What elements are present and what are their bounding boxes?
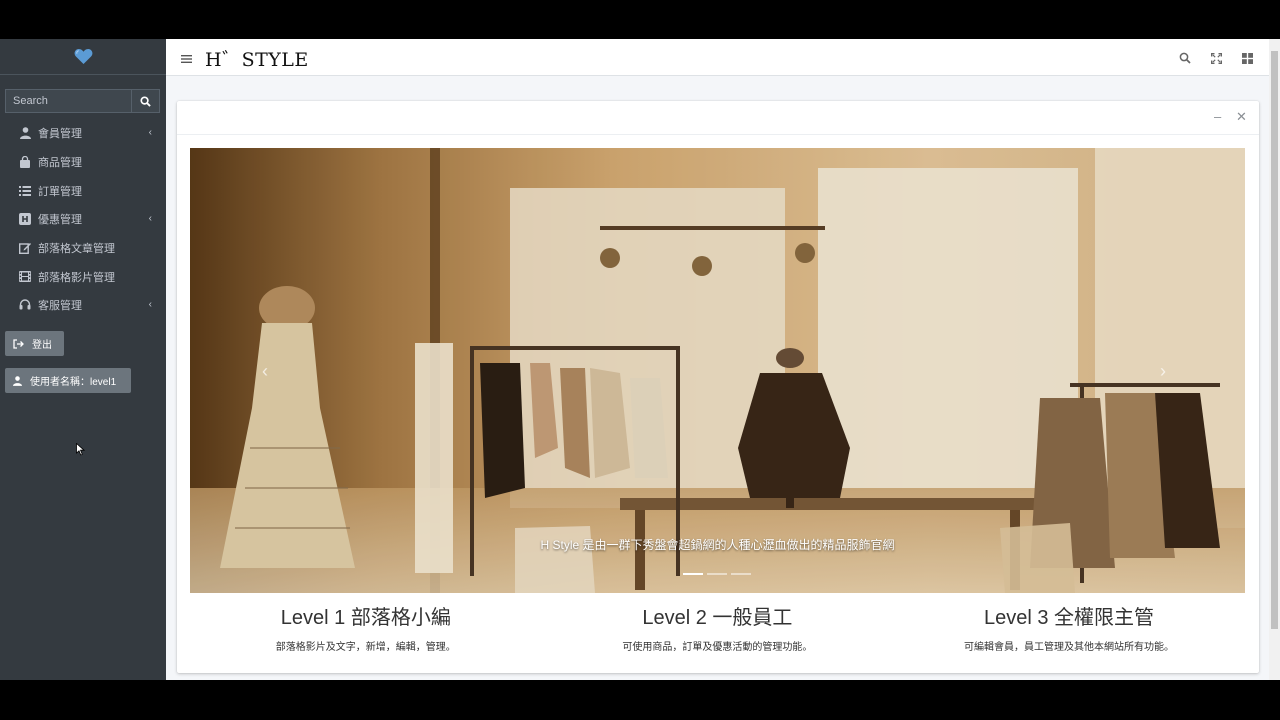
- card-header: – ✕: [177, 101, 1259, 135]
- sidebar: 會員管理 ‹ 商品管理 訂單管理 優惠管理 ‹: [0, 39, 166, 680]
- carousel-slide-image: [190, 148, 1245, 593]
- sign-out-icon: [13, 338, 24, 349]
- level-description: 可使用商品，訂單及優惠活動的管理功能。: [622, 642, 813, 653]
- minimize-icon[interactable]: –: [1214, 109, 1221, 124]
- level-title: Level 3 全權限主管: [983, 607, 1155, 629]
- current-user-button[interactable]: 使用者名稱：level1: [5, 368, 131, 393]
- level-block-3: Level 3 全權限主管 可編輯會員，員工管理及其他本網站所有功能。: [893, 601, 1245, 653]
- sidebar-item-label: 會員管理: [38, 128, 82, 141]
- app-screen: 會員管理 ‹ 商品管理 訂單管理 優惠管理 ‹: [0, 39, 1280, 680]
- level-block-1: Level 1 部落格小編 部落格影片及文字，新增，編輯，管理。: [190, 601, 542, 653]
- sidebar-item-coupons[interactable]: 優惠管理 ‹: [0, 205, 166, 234]
- sidebar-item-label: 訂單管理: [38, 185, 82, 198]
- content-card: – ✕ ‹ › H Style 是由一群下秀盤會超鍋網的人種心瀝血做出的精品服飾…: [177, 101, 1259, 673]
- hamburger-icon: [181, 55, 192, 63]
- sidebar-item-blog-articles[interactable]: 部落格文章管理: [0, 234, 166, 263]
- image-carousel: ‹ › H Style 是由一群下秀盤會超鍋網的人種心瀝血做出的精品服飾官網: [190, 148, 1245, 593]
- sidebar-item-products[interactable]: 商品管理: [0, 148, 166, 177]
- sidebar-toggle-button[interactable]: [181, 51, 192, 69]
- scrollbar-thumb[interactable]: [1271, 51, 1278, 629]
- chevron-left-icon: ‹: [148, 299, 152, 311]
- level-description: 部落格影片及文字，新增，編輯，管理。: [275, 642, 456, 653]
- carousel-prev-button[interactable]: ‹: [262, 361, 268, 382]
- search-input[interactable]: [5, 89, 131, 113]
- control-sidebar-button[interactable]: [1242, 51, 1253, 69]
- sidebar-item-blog-videos[interactable]: 部落格影片管理: [0, 262, 166, 291]
- headset-icon: [18, 299, 32, 311]
- carousel-indicator[interactable]: [707, 573, 727, 575]
- fullscreen-icon: [1211, 53, 1222, 64]
- carousel-indicator[interactable]: [683, 573, 703, 575]
- logout-button[interactable]: 登出: [5, 331, 64, 356]
- sidebar-nav: 會員管理 ‹ 商品管理 訂單管理 優惠管理 ‹ 部落格文章管理 部落格影片管理 …: [0, 119, 166, 320]
- user-label: 使用者名稱：level1: [30, 377, 117, 388]
- level-title: Level 2 一般員工: [642, 607, 793, 629]
- sidebar-search: [5, 89, 160, 113]
- sidebar-item-label: 優惠管理: [38, 214, 82, 227]
- h-square-icon: [18, 213, 32, 226]
- site-logo[interactable]: H゛STYLE: [205, 45, 309, 72]
- carousel-next-button[interactable]: ›: [1160, 361, 1166, 382]
- user-icon: [13, 375, 22, 386]
- search-icon: [1179, 52, 1191, 64]
- chevron-left-icon: ‹: [148, 127, 152, 138]
- sidebar-item-members[interactable]: 會員管理 ‹: [0, 119, 166, 148]
- fullscreen-button[interactable]: [1211, 51, 1222, 69]
- user-icon: [18, 127, 32, 140]
- carousel-indicator[interactable]: [731, 573, 751, 575]
- edit-icon: [18, 242, 32, 255]
- level-block-2: Level 2 一般員工 可使用商品，訂單及優惠活動的管理功能。: [542, 601, 894, 653]
- page-scrollbar[interactable]: [1269, 39, 1280, 680]
- sidebar-item-label: 客服管理: [38, 300, 82, 313]
- search-icon: [140, 95, 151, 107]
- film-icon: [18, 271, 32, 283]
- heart-icon: [74, 48, 92, 65]
- level-description: 可編輯會員，員工管理及其他本網站所有功能。: [963, 642, 1174, 653]
- shopping-bag-icon: [18, 156, 32, 169]
- search-button[interactable]: [131, 89, 160, 113]
- carousel-caption: H Style 是由一群下秀盤會超鍋網的人種心瀝血做出的精品服飾官網: [540, 538, 895, 552]
- sidebar-item-label: 商品管理: [38, 157, 82, 170]
- logout-label: 登出: [32, 340, 52, 351]
- chevron-left-icon: ‹: [148, 213, 152, 225]
- apps-grid-icon: [1242, 53, 1253, 64]
- level-title: Level 1 部落格小編: [280, 607, 451, 629]
- close-icon[interactable]: ✕: [1236, 109, 1247, 125]
- sidebar-item-orders[interactable]: 訂單管理: [0, 176, 166, 205]
- top-navbar: H゛STYLE: [166, 39, 1269, 76]
- list-icon: [18, 185, 32, 197]
- access-levels: Level 1 部落格小編 部落格影片及文字，新增，編輯，管理。 Level 2…: [190, 601, 1245, 653]
- carousel-indicators: [683, 573, 751, 575]
- brand-link[interactable]: [0, 39, 166, 75]
- sidebar-item-customer-service[interactable]: 客服管理 ‹: [0, 291, 166, 320]
- sidebar-item-label: 部落格文章管理: [38, 243, 115, 256]
- navbar-search-button[interactable]: [1179, 51, 1191, 69]
- mouse-cursor-icon: [76, 443, 85, 456]
- sidebar-item-label: 部落格影片管理: [38, 271, 115, 284]
